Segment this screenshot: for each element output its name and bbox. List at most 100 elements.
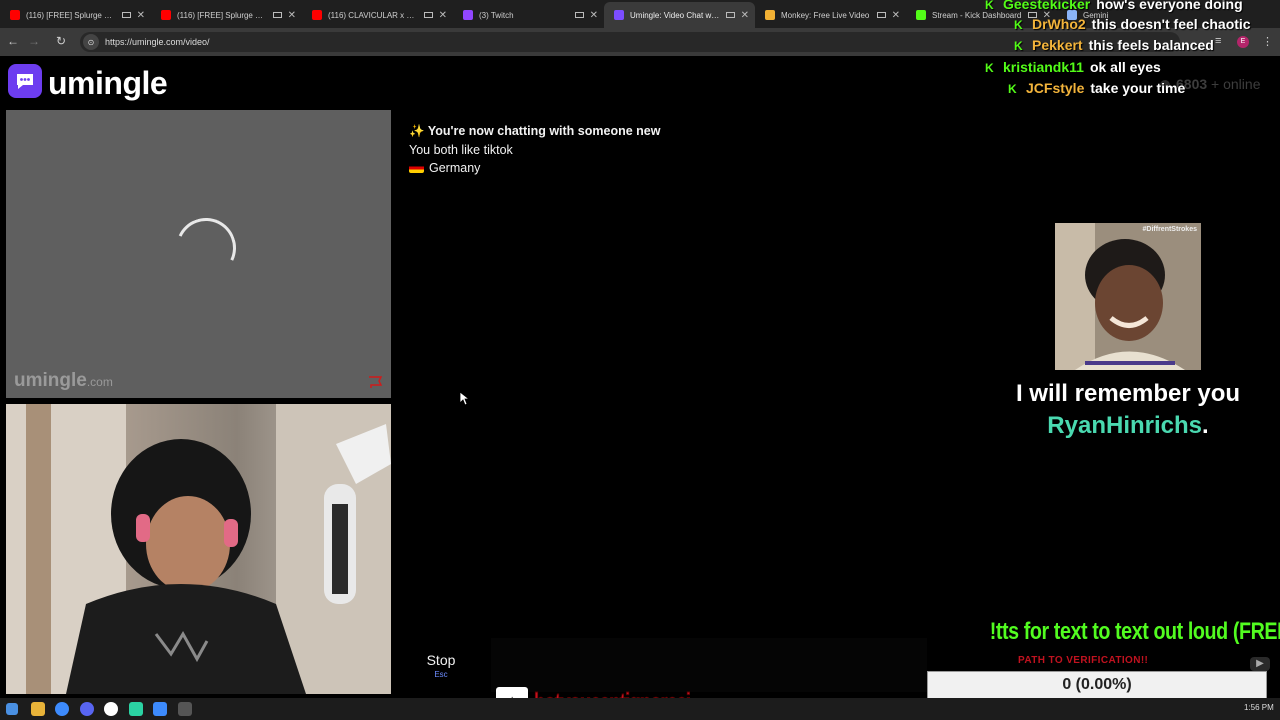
- chrome-icon[interactable]: [55, 702, 69, 716]
- kick-icon: [916, 10, 926, 20]
- profile-avatar[interactable]: E: [1237, 36, 1249, 48]
- forward-icon[interactable]: →: [26, 34, 42, 48]
- chat-message-text: Germany: [429, 161, 481, 175]
- youtube-icon: [10, 10, 20, 20]
- stranger-video: umingle.com: [6, 110, 391, 398]
- stop-button-label: Stop: [426, 651, 456, 668]
- tab-cast-icon: [1027, 12, 1037, 18]
- loading-spinner-icon: [167, 209, 245, 287]
- obs-icon[interactable]: [104, 702, 118, 716]
- youtube-icon: [312, 10, 322, 20]
- tab-title: (116) [FREE] Splurge Type: [177, 10, 267, 20]
- meme-photo: [1055, 223, 1201, 370]
- umingle-logo-icon[interactable]: [8, 64, 42, 98]
- meme-name-text: RyanHinrichs: [1047, 412, 1203, 439]
- tab-title: (116) [FREE] Splurge Type: [26, 10, 116, 20]
- tab-close-icon[interactable]: ✕: [137, 10, 145, 21]
- goal-progress-bar: 0 (0.00%): [927, 671, 1267, 699]
- extensions-icon[interactable]: ≡: [1215, 35, 1221, 47]
- chat-system-message: You both like tiktok: [409, 141, 513, 159]
- browser-tab[interactable]: (116) [FREE] Splurge Type ✕: [0, 2, 151, 28]
- meme-name: RyanHinrichs.: [990, 412, 1266, 440]
- meme-name-suffix: .: [1202, 412, 1209, 439]
- tts-subtitle: PATH TO VERIFICATION!!: [1018, 655, 1149, 666]
- tab-close-icon[interactable]: ✕: [892, 10, 900, 21]
- tab-title: Gemini: [1083, 10, 1109, 20]
- chat-pane: ✨ You're now chatting with someone new Y…: [399, 110, 929, 632]
- browser-tab[interactable]: Umingle: Video Chat with ✕: [604, 2, 755, 28]
- mouse-cursor-icon: [460, 392, 470, 406]
- address-url: https://umingle.com/video/: [105, 37, 210, 47]
- tab-cast-icon: [725, 12, 735, 18]
- tab-close-icon[interactable]: ✕: [1043, 10, 1051, 21]
- chat-message-text: You're now chatting with someone new: [427, 124, 661, 138]
- browser-tab[interactable]: (116) [FREE] Splurge Type ✕: [151, 2, 302, 28]
- tab-close-icon[interactable]: ✕: [288, 10, 296, 21]
- tab-close-icon[interactable]: ✕: [439, 10, 447, 21]
- taskbar: 1:56 PM: [0, 698, 1280, 720]
- browser-toolbar: ← → ↻ ⊙ https://umingle.com/video/ ≡ ⋮: [0, 28, 1280, 56]
- tab-cast-icon: [423, 12, 433, 18]
- capcut-icon[interactable]: [178, 702, 192, 716]
- tts-banner: !tts for text to text out loud (FREE): [989, 618, 1280, 645]
- chat-system-message: Germany: [409, 159, 480, 177]
- tab-cast-icon: [121, 12, 131, 18]
- goal-progress-text: 0 (0.00%): [1062, 676, 1132, 693]
- webcam-feed-image: [6, 404, 391, 694]
- start-icon[interactable]: [6, 703, 18, 715]
- tab-close-icon[interactable]: ✕: [590, 10, 598, 21]
- online-dot-icon: [1160, 80, 1170, 91]
- meme-tag: #DiffrentStrokes: [1142, 226, 1197, 233]
- monkey-icon: [765, 10, 775, 20]
- youtube-icon: [161, 10, 171, 20]
- gemini-icon: [1067, 10, 1077, 20]
- screen: (116) [FREE] Splurge Type ✕ (116) [FREE] S…: [0, 0, 1280, 720]
- chat-system-message: ✨ You're now chatting with someone new: [409, 122, 660, 140]
- tab-close-icon[interactable]: ✕: [741, 10, 749, 21]
- tab-title: Stream - Kick Dashboard: [932, 10, 1022, 20]
- report-flag-icon[interactable]: [368, 376, 384, 388]
- tab-title: Monkey: Free Live Video: [781, 10, 870, 20]
- sparkle-icon: ✨: [409, 124, 425, 138]
- stop-button-shortcut: Esc: [434, 669, 448, 679]
- umingle-icon: [614, 10, 624, 20]
- store-icon[interactable]: [153, 702, 167, 716]
- tab-title: (116) CLAVICULAR x HSTIKK: [328, 10, 418, 20]
- twitch-icon: [463, 10, 473, 20]
- app-icon[interactable]: [129, 702, 143, 716]
- tab-title: (3) Twitch: [479, 10, 514, 20]
- browser-tab[interactable]: Stream - Kick Dashboard ✕: [906, 2, 1057, 28]
- online-suffix: + online: [1211, 76, 1261, 92]
- browser-tab[interactable]: (116) CLAVICULAR x HSTIKK ✕: [302, 2, 453, 28]
- meme-image: #DiffrentStrokes: [1055, 223, 1201, 370]
- tab-cast-icon: [272, 12, 282, 18]
- browser-tab[interactable]: Gemini: [1057, 2, 1208, 28]
- watermark-suffix: .com: [86, 375, 113, 389]
- discord-icon[interactable]: [80, 702, 94, 716]
- germany-flag-icon: [409, 163, 424, 173]
- tab-cast-icon: [574, 12, 584, 18]
- tab-title: Umingle: Video Chat with: [630, 10, 720, 20]
- umingle-logo-text[interactable]: umingle: [48, 64, 168, 102]
- browser-tab[interactable]: Monkey: Free Live Video ✕: [755, 2, 906, 28]
- self-camera-video: [6, 404, 391, 694]
- taskbar-clock: 1:56 PM: [1244, 703, 1274, 712]
- file-explorer-icon[interactable]: [31, 702, 45, 716]
- menu-icon[interactable]: ⋮: [1262, 35, 1273, 48]
- next-icon[interactable]: ▶: [1250, 657, 1270, 671]
- address-bar[interactable]: ⊙ https://umingle.com/video/: [80, 32, 1180, 52]
- online-count: 6803 + online: [1160, 76, 1260, 92]
- online-number: 6803: [1176, 76, 1208, 92]
- tab-bar: (116) [FREE] Splurge Type ✕ (116) [FREE] S…: [0, 0, 1280, 28]
- chat-message-input[interactable]: [491, 638, 927, 692]
- site-info-icon[interactable]: ⊙: [83, 34, 99, 50]
- meme-caption: I will remember you: [1015, 380, 1241, 407]
- tab-cast-icon: [876, 12, 886, 18]
- reload-icon[interactable]: ↻: [53, 34, 69, 48]
- watermark-text: umingle: [14, 370, 87, 391]
- umingle-watermark: umingle.com: [14, 370, 113, 392]
- browser-tab[interactable]: (3) Twitch ✕: [453, 2, 604, 28]
- stop-button[interactable]: Stop Esc: [399, 638, 483, 692]
- back-icon[interactable]: ←: [5, 34, 21, 48]
- chat-message-text: You both like tiktok: [409, 143, 513, 157]
